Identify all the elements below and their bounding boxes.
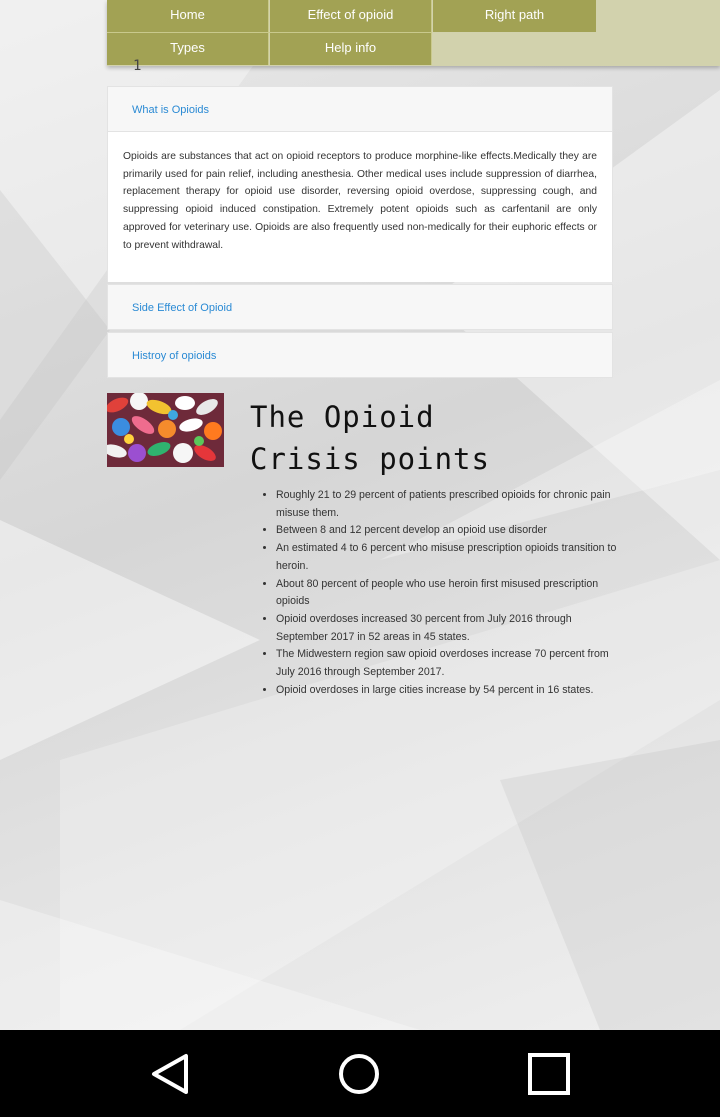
top-navigation: Home Effect of opioid Right path Types H… <box>107 0 720 66</box>
accordion-header-history[interactable]: Histroy of opioids <box>107 332 613 379</box>
pills-image <box>107 393 224 467</box>
crisis-title-line-1: The Opioid <box>250 400 435 434</box>
list-item: Opioid overdoses increased 30 percent fr… <box>276 611 626 646</box>
crisis-title-line-2: Crisis points <box>250 442 490 476</box>
nav-help-info[interactable]: Help info <box>270 33 432 65</box>
nav-right-path[interactable]: Right path <box>433 0 596 32</box>
nav-effect-of-opioid[interactable]: Effect of opioid <box>270 0 432 32</box>
list-item: Opioid overdoses in large cities increas… <box>276 682 626 700</box>
accordion-header-side-effect[interactable]: Side Effect of Opioid <box>107 284 613 331</box>
crisis-points-list: Roughly 21 to 29 percent of patients pre… <box>262 487 626 699</box>
system-navigation-bar <box>0 1030 720 1117</box>
nav-home[interactable]: Home <box>107 0 269 32</box>
list-item: The Midwestern region saw opioid overdos… <box>276 646 626 681</box>
recents-button[interactable] <box>525 1050 573 1098</box>
crisis-title: The Opioid Crisis points <box>250 396 610 480</box>
recents-icon <box>528 1053 570 1095</box>
nav-types[interactable]: Types <box>107 33 269 65</box>
home-button[interactable] <box>335 1050 383 1098</box>
info-accordion: What is Opioids Opioids are substances t… <box>107 86 613 379</box>
list-item: Roughly 21 to 29 percent of patients pre… <box>276 487 626 522</box>
list-item: An estimated 4 to 6 percent who misuse p… <box>276 540 626 575</box>
accordion-header-what-is-opioids[interactable]: What is Opioids <box>107 86 613 132</box>
back-icon <box>152 1054 188 1094</box>
partial-text-glyph: 1 <box>133 58 142 74</box>
home-icon <box>339 1054 379 1094</box>
back-button[interactable] <box>146 1050 194 1098</box>
accordion-body-what-is-opioids: Opioids are substances that act on opioi… <box>107 132 613 283</box>
list-item: About 80 percent of people who use heroi… <box>276 576 626 611</box>
list-item: Between 8 and 12 percent develop an opio… <box>276 522 626 540</box>
